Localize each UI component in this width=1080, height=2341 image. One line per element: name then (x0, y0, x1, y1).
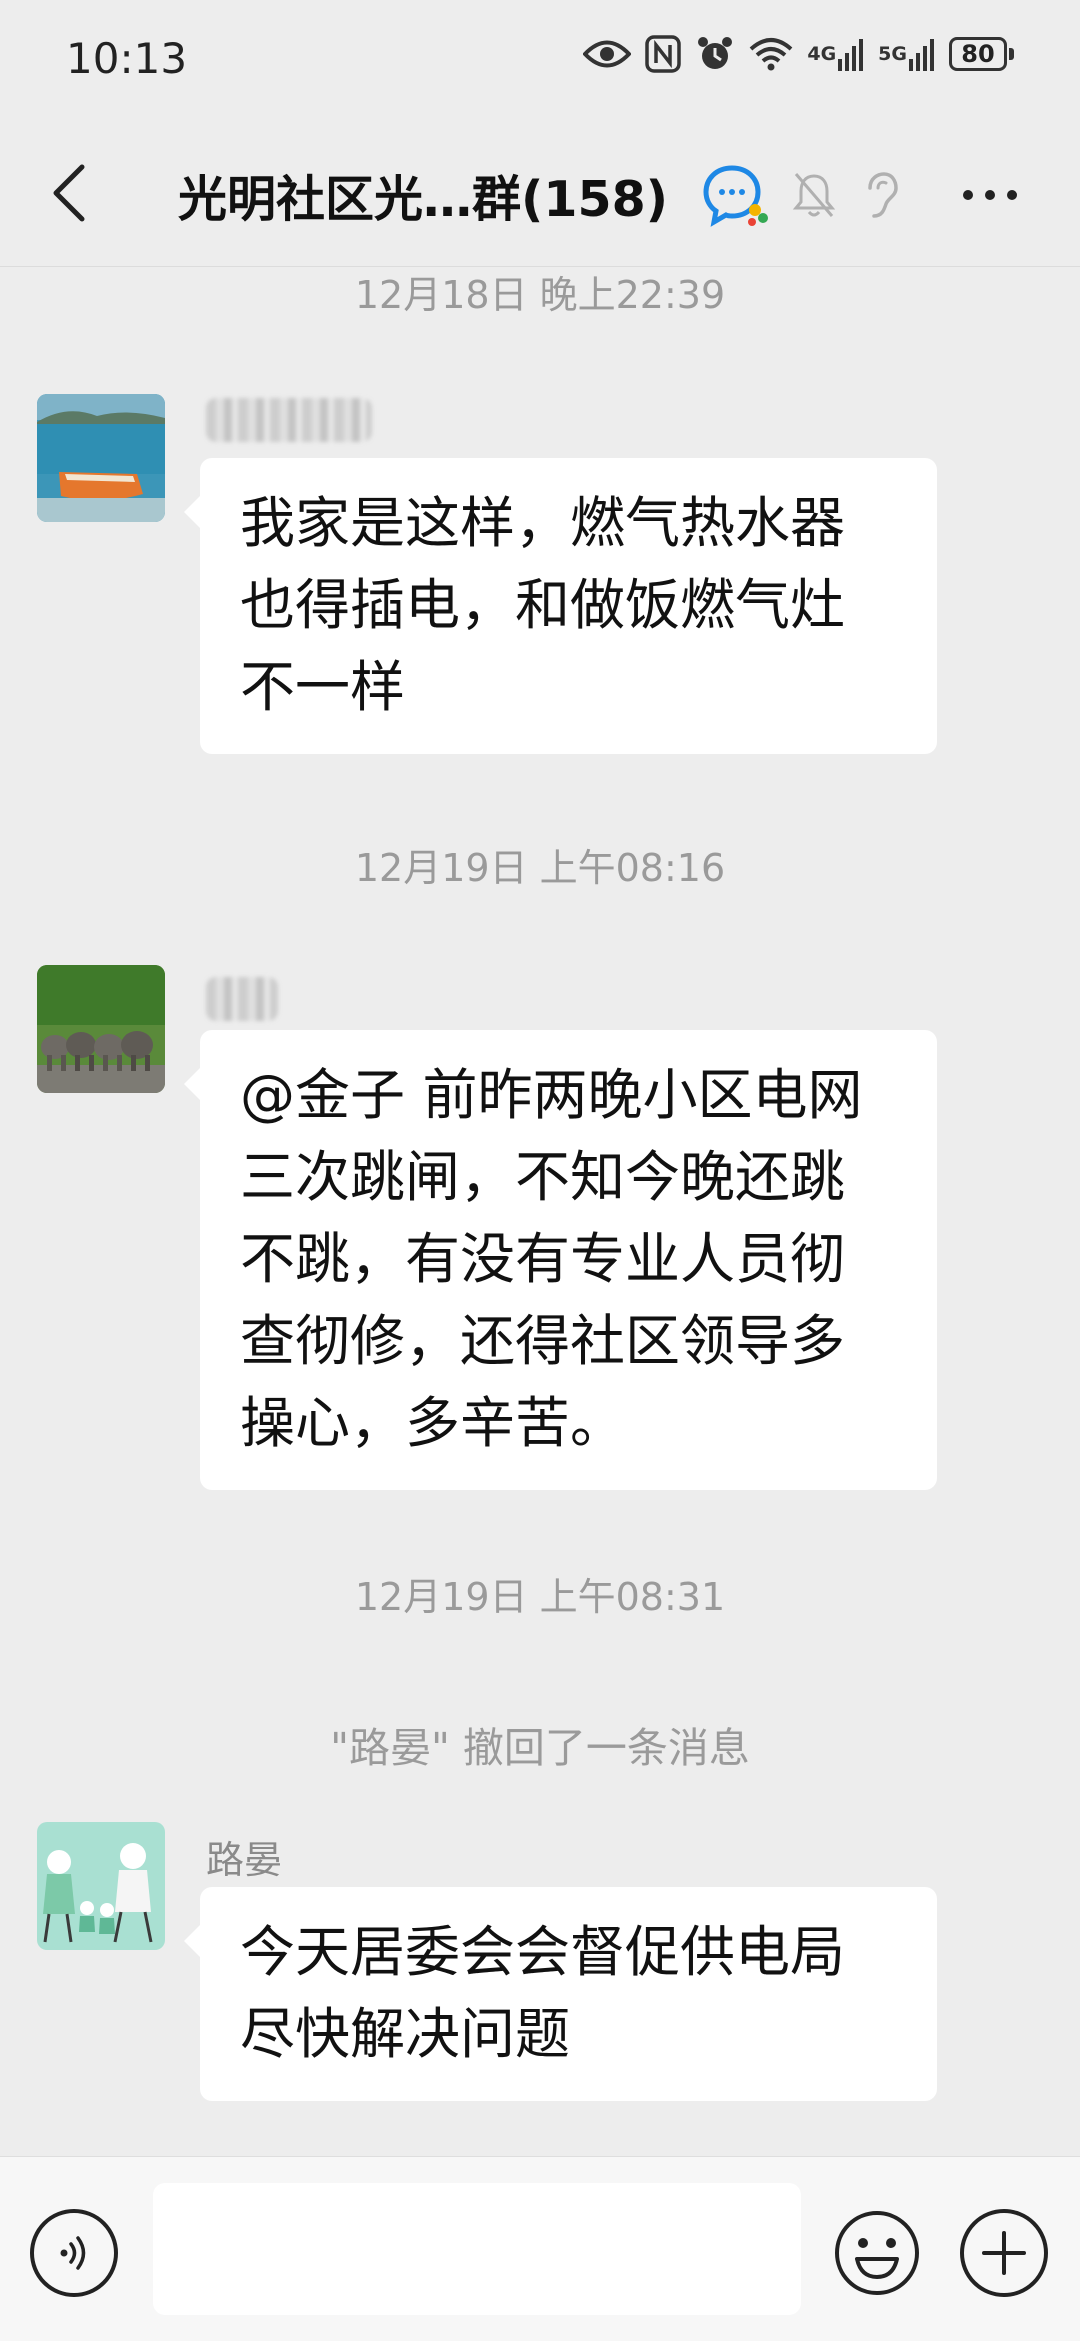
avatar[interactable] (37, 1822, 165, 1950)
chat-header: 光明社区光…群(158) (0, 120, 1080, 267)
alarm-icon (695, 34, 735, 74)
chevron-left-icon (53, 164, 85, 222)
message-text: @金子 前昨两晚小区电网三次跳闸，不知今晚还跳不跳，有没有专业人员彻查彻修，还得… (240, 1063, 863, 1455)
avatar[interactable] (37, 965, 165, 1093)
more-functions-button[interactable] (960, 2209, 1048, 2297)
battery-icon: 80 (949, 37, 1014, 71)
status-bar: 10:13 4G 5G 80 (0, 0, 1080, 120)
battery-level: 80 (949, 37, 1007, 71)
chat-title[interactable]: 光明社区光…群(158) (178, 160, 668, 231)
more-options-button[interactable] (955, 170, 1025, 220)
message-text: 今天居委会会督促供电局尽快解决问题 (240, 1920, 846, 2066)
mute-bell-icon (792, 170, 836, 220)
battery-tip (1009, 48, 1014, 60)
eye-icon (583, 37, 632, 71)
signal-5g-icon: 5G (878, 37, 935, 71)
message-bubble[interactable]: @金子 前昨两晚小区电网三次跳闸，不知今晚还跳不跳，有没有专业人员彻查彻修，还得… (184, 1030, 937, 1490)
message-input[interactable] (153, 2183, 801, 2315)
timestamp-separator: 12月18日 晚上22:39 (354, 273, 726, 317)
sender-name-blurred (206, 398, 372, 442)
status-time: 10:13 (66, 34, 188, 83)
avatar[interactable] (37, 394, 165, 522)
back-button[interactable] (40, 160, 100, 226)
input-bar (0, 2156, 1080, 2341)
wifi-icon (749, 37, 793, 71)
signal-5g-label: 5G (878, 42, 907, 65)
group-chat-badge-icon (700, 160, 770, 230)
message-bubble[interactable]: 我家是这样，燃气热水器也得插电，和做饭燃气灶不一样 (184, 458, 937, 754)
sender-name: 路晏 (206, 1838, 283, 1882)
emoji-button[interactable] (833, 2209, 921, 2297)
more-dots-icon (963, 190, 1017, 200)
voice-wave-icon (60, 2236, 86, 2270)
status-icons: 4G 5G 80 (583, 34, 1014, 74)
signal-4g-label: 4G (807, 42, 837, 65)
timestamp-separator: 12月19日 上午08:31 (354, 1575, 726, 1619)
voice-button[interactable] (30, 2209, 118, 2297)
smiley-icon (835, 2211, 919, 2295)
recall-notice: "路晏" 撤回了一条消息 (330, 1724, 750, 1772)
message-text: 我家是这样，燃气热水器也得插电，和做饭燃气灶不一样 (240, 491, 846, 719)
message-bubble[interactable]: 今天居委会会督促供电局尽快解决问题 (184, 1887, 937, 2101)
timestamp-separator: 12月19日 上午08:16 (354, 846, 726, 890)
nfc-icon (645, 35, 682, 73)
sender-name-blurred (206, 977, 278, 1021)
plus-icon (982, 2231, 1026, 2275)
earpiece-mode-icon (860, 170, 900, 220)
signal-4g-icon: 4G (807, 37, 864, 71)
